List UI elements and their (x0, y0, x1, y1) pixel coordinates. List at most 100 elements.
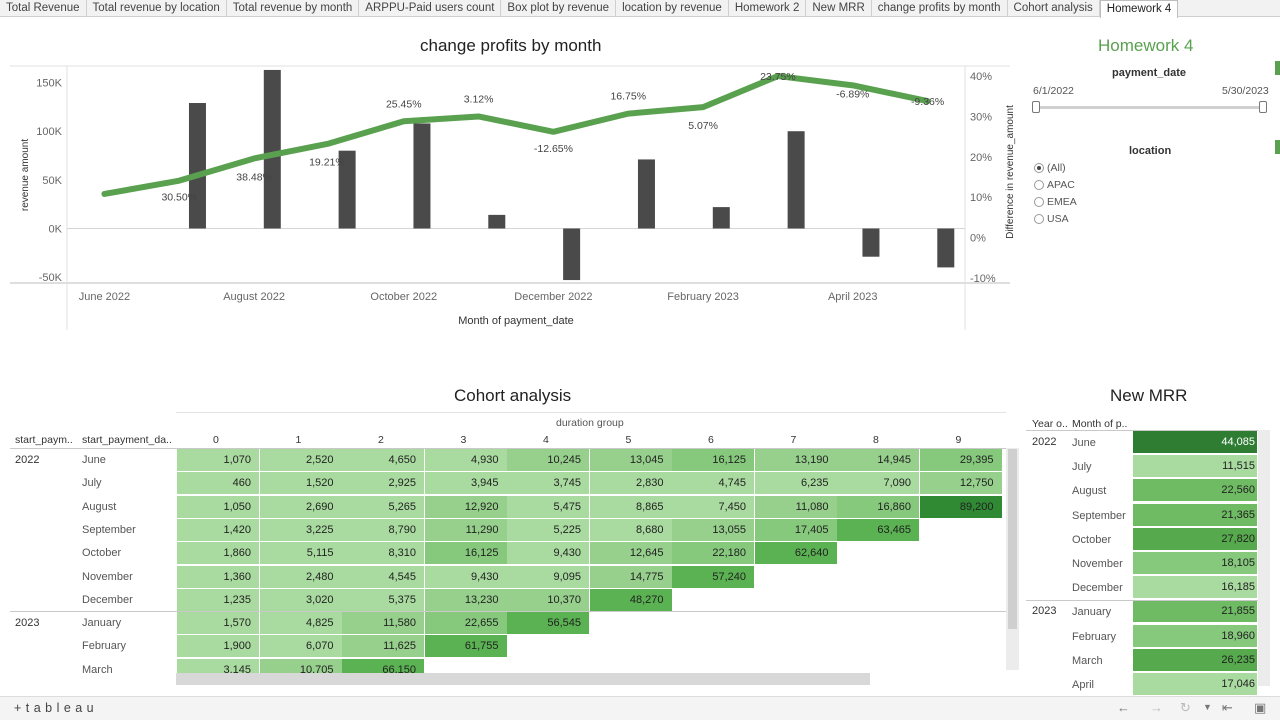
tab-location-by-revenue[interactable]: location by revenue (616, 0, 729, 17)
cohort-cell[interactable]: 6,070 (259, 635, 343, 659)
mrr-value-cell[interactable]: 18,105 (1133, 552, 1257, 575)
cohort-cell[interactable]: 3,225 (259, 518, 343, 542)
cohort-hscroll-thumb[interactable] (176, 673, 870, 685)
cohort-cell[interactable]: 14,775 (589, 565, 673, 589)
mrr-value-cell[interactable]: 27,820 (1133, 527, 1257, 551)
location-radio-usa[interactable] (1034, 214, 1044, 224)
tab-box-plot-by-revenue[interactable]: Box plot by revenue (501, 0, 617, 17)
tab-total-revenue[interactable]: Total Revenue (0, 0, 87, 17)
location-radio-apac[interactable] (1034, 180, 1044, 190)
cohort-cell[interactable]: 2,690 (259, 495, 343, 519)
cohort-cell[interactable]: 16,125 (672, 449, 755, 472)
cohort-cell[interactable]: 1,520 (259, 472, 343, 496)
cohort-cell[interactable]: 2,480 (259, 565, 343, 589)
tab-total-revenue-by-location[interactable]: Total revenue by location (87, 0, 227, 17)
cohort-cell[interactable]: 63,465 (837, 518, 920, 542)
cohort-cell[interactable]: 11,290 (424, 518, 508, 542)
cohort-cell[interactable]: 13,055 (672, 518, 755, 542)
location-radio-all[interactable] (1034, 163, 1044, 173)
cohort-cell[interactable]: 5,225 (507, 518, 590, 542)
cohort-cell[interactable]: 1,070 (177, 449, 260, 472)
cohort-cell[interactable]: 12,645 (589, 542, 673, 566)
cohort-cell[interactable]: 14,945 (837, 449, 920, 472)
cohort-cell[interactable]: 22,655 (424, 612, 508, 636)
location-option-label[interactable]: USA (1047, 213, 1069, 225)
cohort-cell[interactable]: 4,745 (672, 472, 755, 496)
mrr-value-cell[interactable]: 17,046 (1133, 673, 1257, 696)
cohort-cell[interactable]: 2,925 (342, 472, 425, 496)
cohort-cell[interactable]: 4,930 (424, 449, 508, 472)
tab-cohort-analysis[interactable]: Cohort analysis (1008, 0, 1100, 17)
mrr-vscrollbar[interactable] (1258, 430, 1270, 686)
cohort-cell[interactable]: 13,190 (754, 449, 838, 472)
cohort-cell[interactable]: 3,745 (507, 472, 590, 496)
tab-new-mrr[interactable]: New MRR (806, 0, 872, 17)
cohort-cell[interactable]: 4,650 (342, 449, 425, 472)
mrr-value-cell[interactable]: 21,855 (1133, 600, 1257, 624)
tab-arppu-paid-users-count[interactable]: ARPPU-Paid users count (359, 0, 502, 17)
cohort-cell[interactable]: 89,200 (919, 495, 1003, 519)
cohort-cell[interactable]: 2,830 (589, 472, 673, 496)
redo-icon[interactable]: → (1150, 700, 1163, 715)
cohort-cell[interactable]: 48,270 (589, 588, 673, 612)
cohort-cell[interactable]: 4,545 (342, 565, 425, 589)
filter-marker-mid[interactable] (1275, 140, 1280, 154)
cohort-cell[interactable]: 16,125 (424, 542, 508, 566)
cohort-cell[interactable]: 22,180 (672, 542, 755, 566)
date-slider-handle-right[interactable] (1259, 101, 1267, 113)
cohort-cell[interactable]: 57,240 (672, 565, 755, 589)
cohort-cell[interactable]: 1,420 (177, 518, 260, 542)
cohort-cell[interactable]: 29,395 (919, 449, 1003, 472)
fullscreen-icon[interactable]: ▣ (1254, 700, 1266, 716)
cohort-cell[interactable]: 11,625 (342, 635, 425, 659)
cohort-cell[interactable]: 61,755 (424, 635, 508, 659)
cohort-cell[interactable]: 1,570 (177, 612, 260, 636)
cohort-cell[interactable]: 3,020 (259, 588, 343, 612)
cohort-cell[interactable]: 1,900 (177, 635, 260, 659)
tab-homework-2[interactable]: Homework 2 (729, 0, 807, 17)
mrr-value-cell[interactable]: 18,960 (1133, 624, 1257, 648)
tab-change-profits-by-month[interactable]: change profits by month (872, 0, 1008, 17)
cohort-cell[interactable]: 8,865 (589, 495, 673, 519)
pause-updates-icon[interactable]: ⇤ (1222, 700, 1233, 716)
location-radio-emea[interactable] (1034, 197, 1044, 207)
cohort-cell[interactable]: 1,235 (177, 588, 260, 612)
location-option-label[interactable]: EMEA (1047, 196, 1077, 208)
cohort-cell[interactable]: 62,640 (754, 542, 838, 566)
undo-icon[interactable]: ← (1117, 700, 1130, 715)
mrr-value-cell[interactable]: 22,560 (1133, 479, 1257, 503)
cohort-cell[interactable]: 7,450 (672, 495, 755, 519)
cohort-cell[interactable]: 1,050 (177, 495, 260, 519)
cohort-cell[interactable]: 56,545 (507, 612, 590, 636)
cohort-cell[interactable]: 10,245 (507, 449, 590, 472)
cohort-cell[interactable]: 5,475 (507, 495, 590, 519)
cohort-cell[interactable]: 6,235 (754, 472, 838, 496)
cohort-cell[interactable]: 11,580 (342, 612, 425, 636)
cohort-cell[interactable]: 11,080 (754, 495, 838, 519)
mrr-value-cell[interactable]: 44,085 (1133, 431, 1257, 454)
tab-homework-4[interactable]: Homework 4 (1099, 0, 1179, 18)
mrr-value-cell[interactable]: 16,185 (1133, 576, 1257, 600)
filter-marker-top[interactable] (1275, 61, 1280, 75)
cohort-cell[interactable]: 9,430 (424, 565, 508, 589)
revert-icon[interactable]: ↻ (1180, 700, 1191, 716)
cohort-cell[interactable]: 13,230 (424, 588, 508, 612)
cohort-cell[interactable]: 9,095 (507, 565, 590, 589)
cohort-cell[interactable]: 2,520 (259, 449, 343, 472)
cohort-cell[interactable]: 12,750 (919, 472, 1003, 496)
cohort-cell[interactable]: 8,790 (342, 518, 425, 542)
cohort-cell[interactable]: 16,860 (837, 495, 920, 519)
date-slider-handle-left[interactable] (1032, 101, 1040, 113)
location-option-label[interactable]: (All) (1047, 162, 1066, 174)
cohort-cell[interactable]: 17,405 (754, 518, 838, 542)
cohort-cell[interactable]: 9,430 (507, 542, 590, 566)
cohort-cell[interactable]: 8,680 (589, 518, 673, 542)
mrr-value-cell[interactable]: 26,235 (1133, 648, 1257, 672)
cohort-cell[interactable]: 13,045 (589, 449, 673, 472)
cohort-cell[interactable]: 460 (177, 472, 260, 496)
location-option-label[interactable]: APAC (1047, 179, 1075, 191)
cohort-cell[interactable]: 5,265 (342, 495, 425, 519)
mrr-value-cell[interactable]: 21,365 (1133, 503, 1257, 527)
cohort-cell[interactable]: 7,090 (837, 472, 920, 496)
tab-total-revenue-by-month[interactable]: Total revenue by month (227, 0, 360, 17)
